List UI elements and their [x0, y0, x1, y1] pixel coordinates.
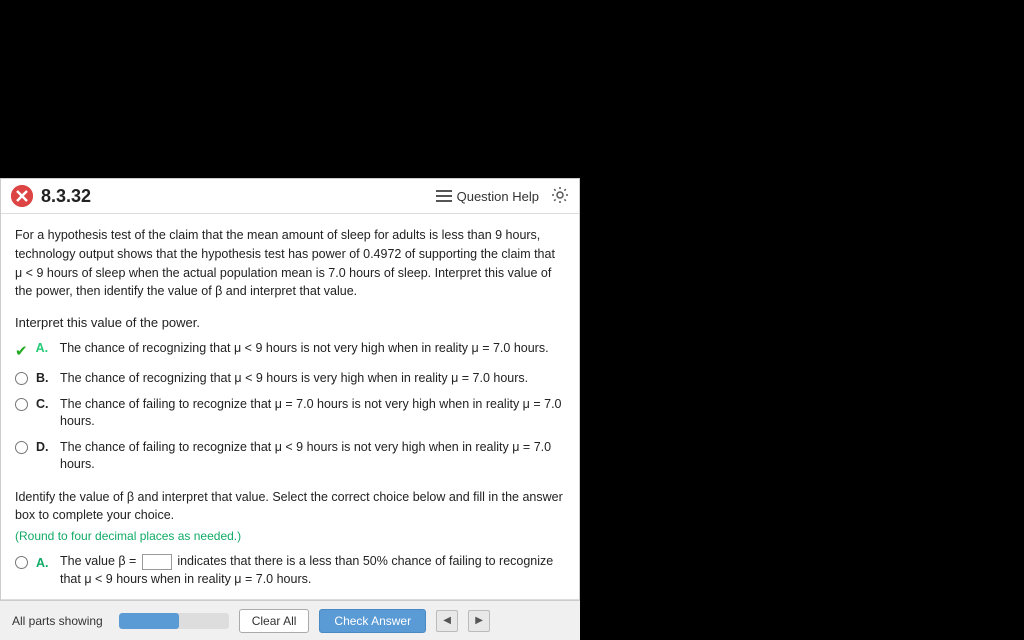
question-help-button[interactable]: Question Help	[436, 189, 539, 204]
beta-option-a-before: The value β =	[60, 554, 136, 568]
header: 8.3.32 Question Help	[1, 179, 579, 214]
beta-option-a-text: The value β = indicates that there is a …	[60, 553, 565, 588]
power-option-a-letter: A.	[36, 340, 52, 358]
power-option-a[interactable]: ✔ A. The chance of recognizing that μ < …	[15, 340, 565, 362]
power-option-c-text: The chance of failing to recognize that …	[60, 396, 565, 431]
logo-icon	[11, 185, 33, 207]
power-option-b-letter: B.	[36, 370, 52, 388]
beta-option-a-letter: A.	[36, 555, 52, 573]
progress-bar-fill	[119, 613, 180, 629]
power-option-a-text: The chance of recognizing that μ < 9 hou…	[60, 340, 549, 358]
beta-section: Identify the value of β and interpret th…	[15, 488, 565, 600]
intro-text: For a hypothesis test of the claim that …	[15, 226, 565, 301]
header-right: Question Help	[436, 186, 569, 207]
question-help-label: Question Help	[457, 189, 539, 204]
problem-number: 8.3.32	[41, 186, 91, 207]
progress-bar-container	[119, 613, 229, 629]
power-option-c-radio[interactable]	[15, 398, 28, 411]
power-option-d-radio[interactable]	[15, 441, 28, 454]
nav-prev-button[interactable]: ◀	[436, 610, 458, 632]
check-answer-button[interactable]: Check Answer	[319, 609, 426, 633]
beta-option-a-radio[interactable]	[15, 556, 28, 569]
beta-option-a[interactable]: A. The value β = indicates that there is…	[15, 553, 565, 588]
power-option-b-text: The chance of recognizing that μ < 9 hou…	[60, 370, 528, 388]
power-option-d[interactable]: D. The chance of failing to recognize th…	[15, 439, 565, 474]
power-option-d-text: The chance of failing to recognize that …	[60, 439, 565, 474]
beta-identify-text: Identify the value of β and interpret th…	[15, 488, 565, 526]
power-option-c[interactable]: C. The chance of failing to recognize th…	[15, 396, 565, 431]
nav-next-button[interactable]: ▶	[468, 610, 490, 632]
power-option-b[interactable]: B. The chance of recognizing that μ < 9 …	[15, 370, 565, 388]
round-note: (Round to four decimal places as needed.…	[15, 529, 565, 543]
clear-all-button[interactable]: Clear All	[239, 609, 310, 633]
beta-options-list: A. The value β = indicates that there is…	[15, 553, 565, 599]
beta-option-a-input-box[interactable]	[142, 554, 172, 570]
menu-icon	[436, 190, 452, 202]
settings-gear-icon[interactable]	[551, 186, 569, 207]
bottom-bar: All parts showing Clear All Check Answer…	[0, 600, 580, 640]
power-section-label: Interpret this value of the power.	[15, 315, 565, 330]
checkmark-icon: ✔	[15, 341, 28, 362]
content-area: For a hypothesis test of the claim that …	[1, 214, 579, 599]
power-options-list: ✔ A. The chance of recognizing that μ < …	[15, 340, 565, 474]
main-panel: 8.3.32 Question Help For a hypothesis te…	[0, 178, 580, 640]
header-left: 8.3.32	[11, 185, 91, 207]
power-option-c-letter: C.	[36, 396, 52, 414]
power-option-b-radio[interactable]	[15, 372, 28, 385]
power-option-d-letter: D.	[36, 439, 52, 457]
all-parts-label: All parts showing	[12, 614, 103, 628]
